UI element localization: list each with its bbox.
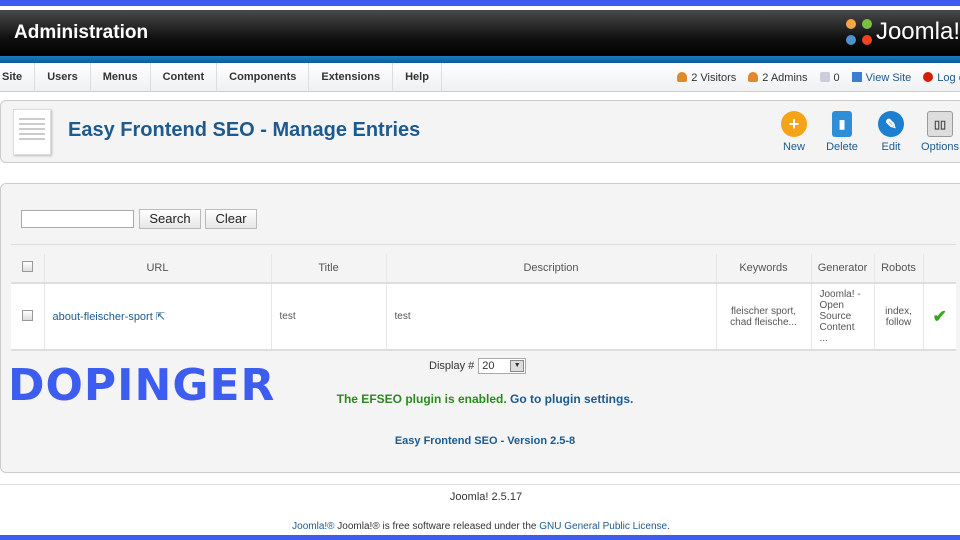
header-title: Administration [14,22,149,43]
col-keywords[interactable]: Keywords [716,254,812,284]
url-link[interactable]: about-fleischer-sport ⇱ [53,311,166,323]
users-icon [748,71,759,82]
admins-status[interactable]: 2 Admins [748,71,808,84]
admin-header: Administration Joomla! [0,10,960,56]
joomla-logo-icon [845,19,872,45]
col-generator[interactable]: Generator [811,254,875,284]
gpl-link[interactable]: GNU General Public License [539,521,667,532]
messages-status[interactable]: 0 [819,71,840,84]
enabled-check-icon[interactable]: ✔ [923,283,956,351]
page-icon [13,109,51,155]
menu-extensions[interactable]: Extensions [309,62,394,92]
select-all-checkbox[interactable] [21,261,33,272]
status-area: 2 Visitors 2 Admins 0 View Site Log out [677,63,960,92]
cell-description: test [386,283,717,351]
joomla-logo-text: Joomla! [875,18,960,45]
menu-site[interactable]: Site [0,62,36,92]
edit-button[interactable]: ✎ Edit [866,111,916,153]
trash-icon: ▮ [832,111,852,137]
menu-components[interactable]: Components [217,62,310,92]
plus-icon: + [781,111,807,137]
version-text: Easy Frontend SEO - Version 2.5-8 [394,435,576,447]
joomla-logo[interactable]: Joomla! [845,18,960,46]
options-icon: ▯▯ [927,111,953,137]
cell-keywords: fleischer sport, chad fleische... [716,283,812,351]
menu-content[interactable]: Content [151,62,218,92]
search-button[interactable]: Search [139,209,201,229]
col-robots[interactable]: Robots [874,254,924,284]
page-title: Easy Frontend SEO - Manage Entries [68,119,421,141]
pencil-icon: ✎ [878,111,904,137]
divider [11,244,956,245]
col-title[interactable]: Title [271,254,387,284]
search-input[interactable] [21,210,134,228]
col-url[interactable]: URL [44,254,272,284]
menu-help[interactable]: Help [393,62,442,92]
view-site-link[interactable]: View Site [851,71,911,84]
window-icon [851,71,862,82]
footer-divider [0,484,960,485]
logout-link[interactable]: Log out [923,71,960,84]
footer-license: Joomla!® Joomla!® is free software relea… [292,521,670,532]
top-border [0,0,960,6]
table-row: about-fleischer-sport ⇱ test test fleisc… [11,283,956,351]
display-select[interactable]: 20 ▼ [478,358,527,374]
row-checkbox[interactable] [21,309,33,321]
menu-menus[interactable]: Menus [91,62,151,92]
delete-button[interactable]: ▮ Delete [817,111,867,153]
plugin-settings-link[interactable]: Go to plugin settings. [510,392,633,406]
pagination-limit: Display # 20 ▼ [429,358,527,374]
logout-icon [923,71,934,82]
cell-generator: Joomla! - Open Source Content ... [811,283,875,351]
main-menu: Site Users Menus Content Components Exte… [0,62,960,92]
dopinger-watermark: DOPINGER [8,360,276,411]
menu-users[interactable]: Users [35,62,91,92]
col-description[interactable]: Description [386,254,717,284]
bottom-border [0,535,960,540]
options-button[interactable]: ▯▯ Options [915,111,960,153]
chevron-down-icon: ▼ [510,360,525,372]
clear-button[interactable]: Clear [205,209,257,229]
external-link-icon: ⇱ [152,311,166,323]
mail-icon [819,71,830,82]
table-header: URL Title Description Keywords Generator… [11,254,956,284]
joomla-link[interactable]: Joomla!® [292,521,334,532]
cell-title: test [271,283,387,351]
visitors-status[interactable]: 2 Visitors [677,71,736,84]
entries-table: URL Title Description Keywords Generator… [11,254,956,351]
cell-robots: index, follow [874,283,924,351]
main-panel: Search Clear URL Title Description Keywo… [0,183,960,473]
users-icon [677,71,688,82]
footer-version: Joomla! 2.5.17 [449,491,523,503]
new-button[interactable]: + New [769,111,819,153]
toolbar: Easy Frontend SEO - Manage Entries + New … [0,100,960,163]
